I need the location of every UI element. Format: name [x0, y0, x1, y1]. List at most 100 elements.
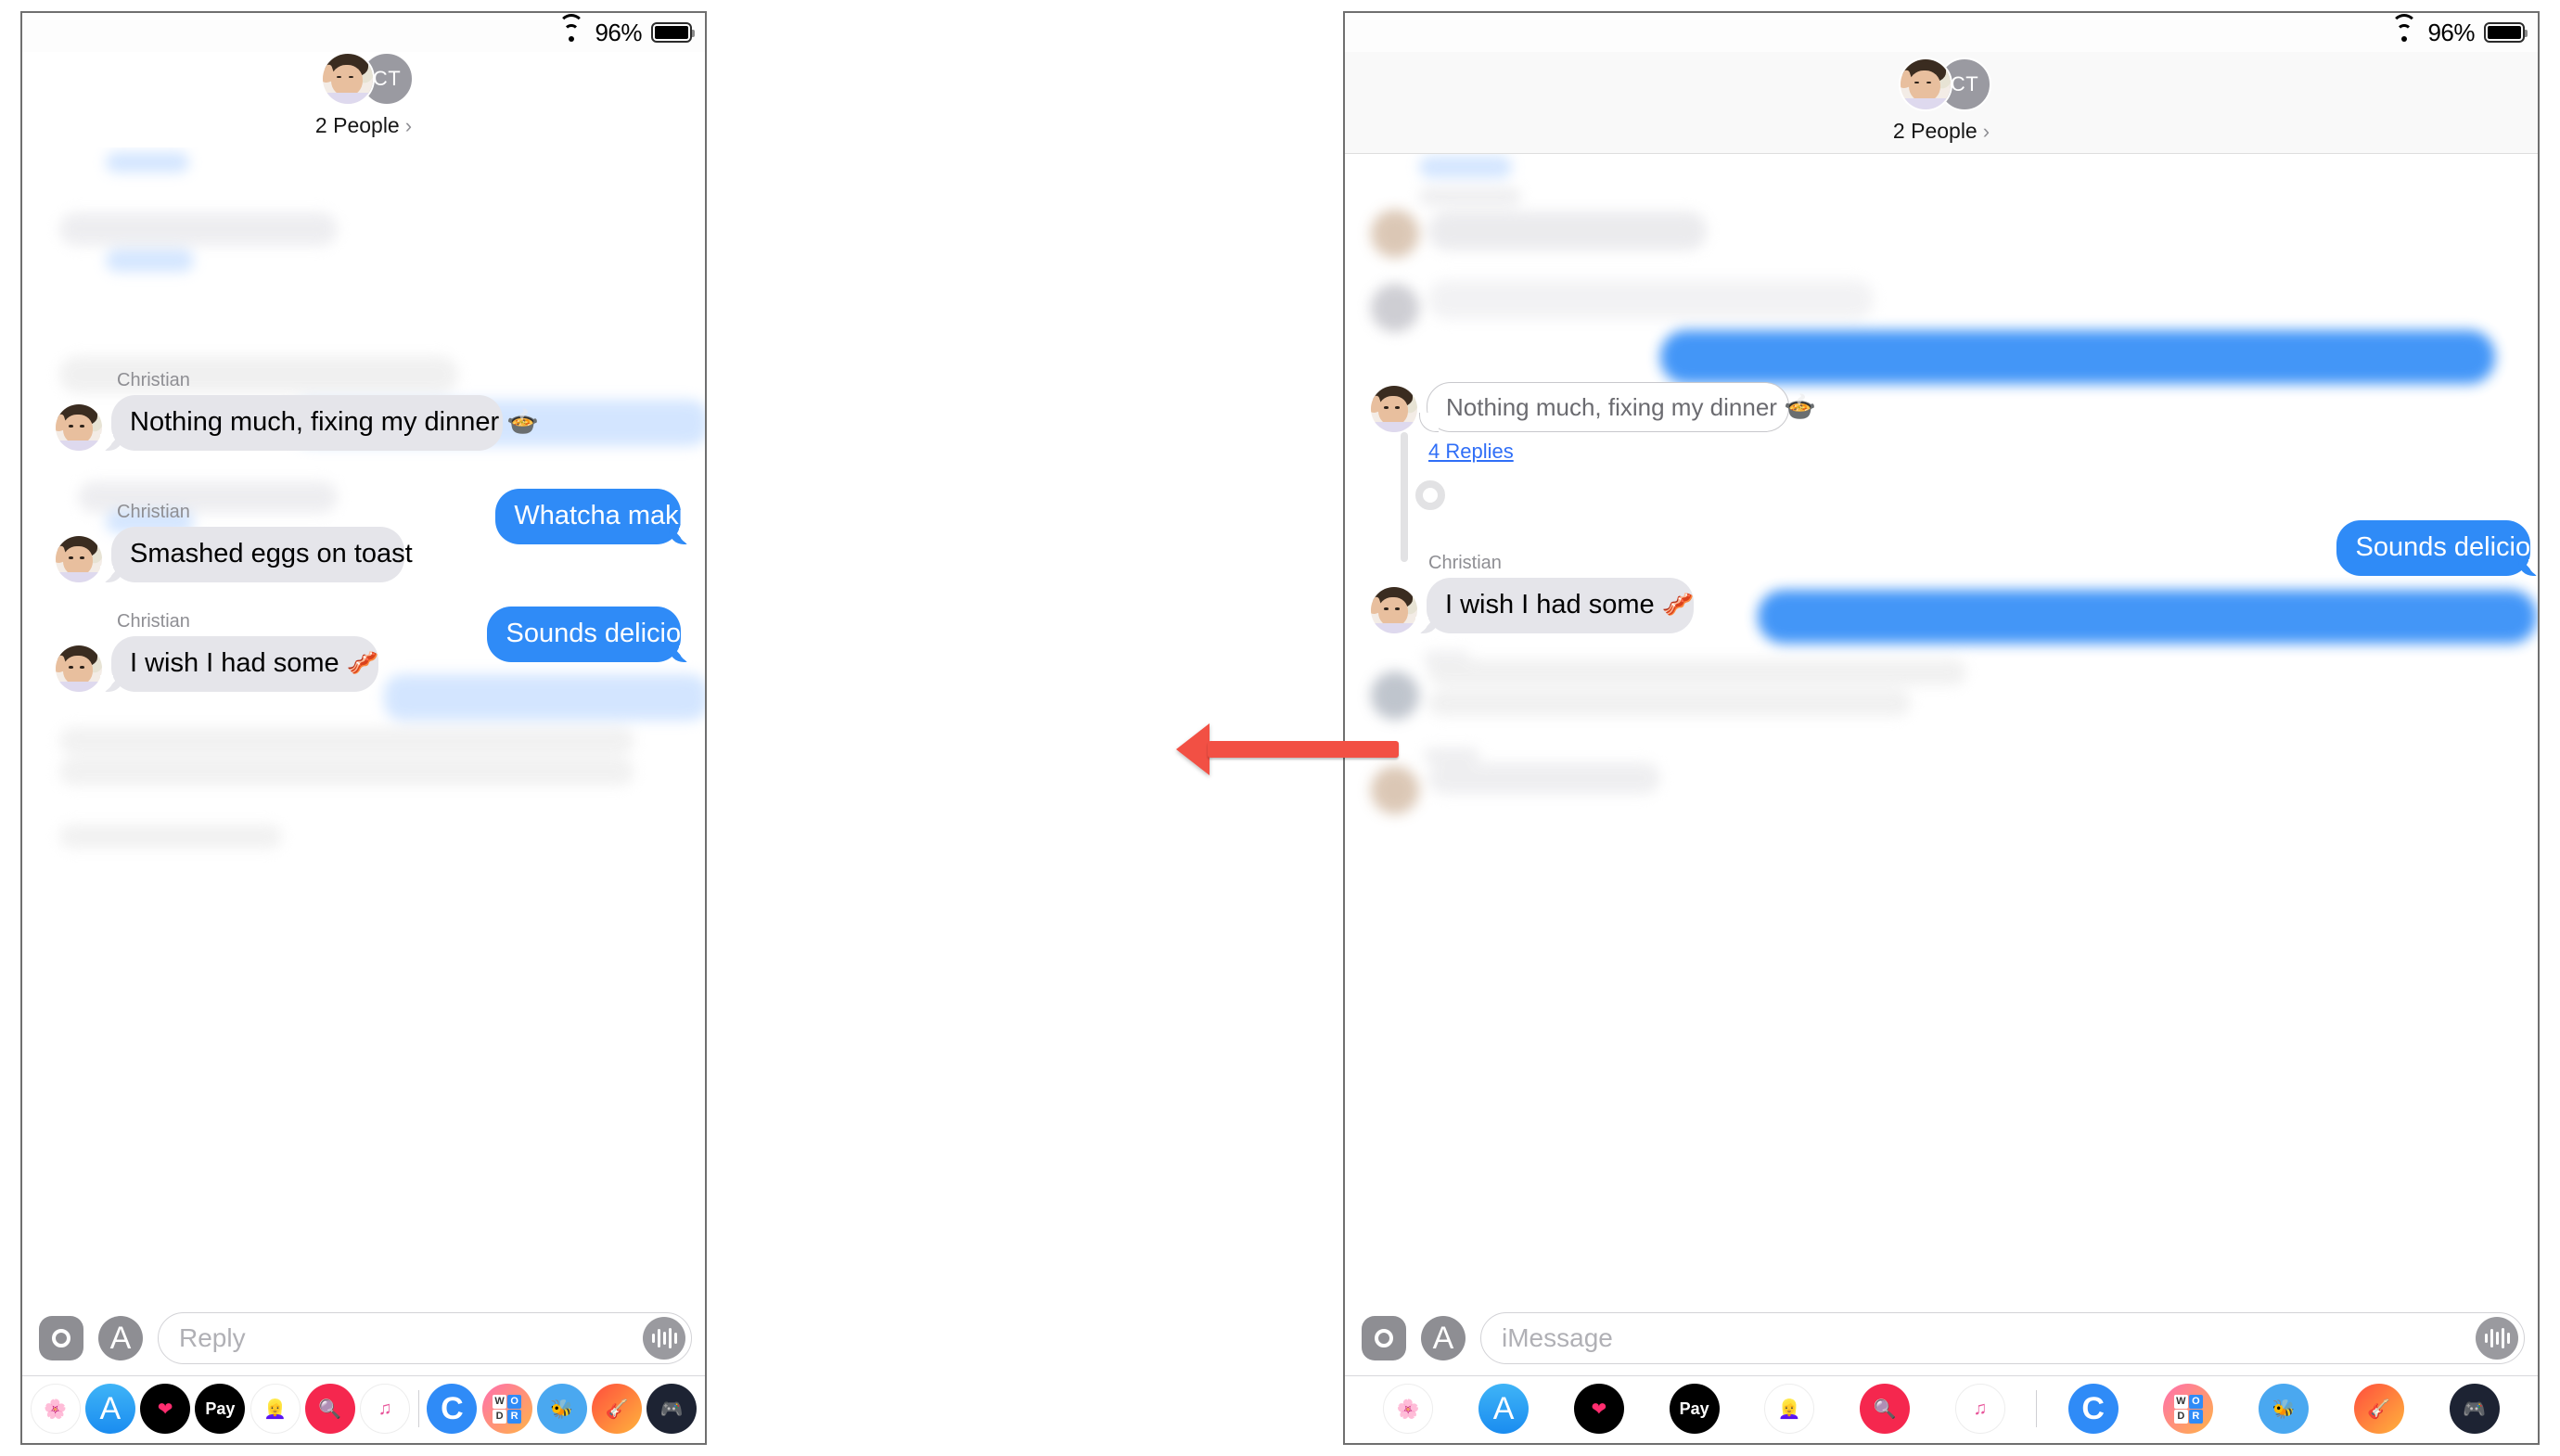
avatar: [56, 404, 102, 452]
game-pigeon-app-icon[interactable]: 🎮: [2449, 1384, 2500, 1434]
bee-game-app-icon[interactable]: 🐝: [2259, 1384, 2310, 1434]
conversation-header-left[interactable]: CT 2 People ›: [22, 52, 705, 147]
conversation-header-right[interactable]: CT 2 People ›: [1345, 52, 2538, 154]
imessage-input[interactable]: iMessage: [1480, 1312, 2525, 1364]
battery-percent-label: 96%: [595, 18, 642, 46]
photos-app-icon[interactable]: 🌸: [30, 1384, 81, 1434]
memoji-app-icon[interactable]: 👱‍♀️: [1764, 1384, 1815, 1434]
guitar-app-icon[interactable]: 🎸: [592, 1384, 643, 1434]
app-slot: C: [425, 1384, 480, 1434]
message-item[interactable]: Whatcha makin?: [443, 489, 705, 545]
message-bubble-incoming[interactable]: I wish I had some 🥓: [100, 636, 379, 693]
app-slot: 🐝: [2239, 1384, 2329, 1434]
red-left-arrow: [1176, 723, 1399, 775]
food-emoji: 🍲: [506, 407, 540, 436]
app-slot: WODR: [2144, 1384, 2234, 1434]
memoji-app-icon[interactable]: 👱‍♀️: [250, 1384, 301, 1434]
message-text: Whatcha makin?: [514, 501, 705, 530]
chevron-right-icon: ›: [404, 113, 413, 137]
apple-music-app-icon[interactable]: ♫: [1954, 1384, 2005, 1434]
app-slot: Pay: [193, 1384, 248, 1434]
app-drawer-right[interactable]: 🌸 A ❤ Pay 👱‍♀️ 🔍 ♫ C WODR 🐝 🎸 🎮: [1345, 1375, 2538, 1443]
app-store-button[interactable]: A: [1421, 1316, 1466, 1360]
audio-message-button[interactable]: [2476, 1317, 2518, 1360]
game-pigeon-app-icon[interactable]: 🎮: [646, 1384, 698, 1434]
message-item[interactable]: Christian Smashed eggs on toast: [56, 502, 431, 583]
participants-label: 2 People: [1892, 119, 1978, 143]
participants-button[interactable]: 2 People ›: [1893, 119, 1990, 144]
status-bar-left: 96%: [22, 13, 705, 52]
images-app-icon[interactable]: 🔍: [1860, 1384, 1911, 1434]
app-slot: 🐝: [534, 1384, 589, 1434]
app-slot: ♫: [1936, 1384, 2026, 1434]
message-bubble-incoming[interactable]: Smashed eggs on toast: [100, 527, 413, 583]
apple-music-app-icon[interactable]: ♫: [360, 1384, 411, 1434]
images-app-icon[interactable]: 🔍: [304, 1384, 355, 1434]
app-slot: ❤: [138, 1384, 193, 1434]
guitar-app-icon[interactable]: 🎸: [2353, 1384, 2404, 1434]
avatar: [56, 645, 102, 693]
participant-avatars: CT: [308, 52, 419, 109]
avatar-christian: [321, 52, 375, 106]
replies-link[interactable]: 4 Replies: [1428, 440, 1836, 464]
message-input-bar-right[interactable]: A iMessage: [1345, 1299, 2538, 1375]
app-slot: WODR: [480, 1384, 534, 1434]
app-slot: A: [83, 1384, 137, 1434]
camera-button[interactable]: [39, 1316, 83, 1360]
battery-percent-label: 96%: [2427, 18, 2475, 46]
reply-input[interactable]: Reply: [158, 1312, 692, 1364]
apple-pay-app-icon[interactable]: Pay: [1669, 1384, 1720, 1434]
message-list-left[interactable]: Christian Nothing much, fixing my dinner…: [22, 147, 705, 1299]
app-store-app-icon[interactable]: A: [84, 1384, 135, 1434]
avatar: [1371, 587, 1417, 634]
arrow-head: [1176, 723, 1210, 775]
food-emoji: 🍲: [1784, 392, 1817, 421]
message-bubble-outgoing[interactable]: Sounds delicious!: [2336, 520, 2538, 577]
message-item[interactable]: Sounds delicious!: [2283, 520, 2538, 577]
music-heart-app-icon[interactable]: ❤: [1573, 1384, 1624, 1434]
screenshot-root: 96% CT 2 People › Christian Nothing much…: [0, 0, 2560, 1456]
message-text: Nothing much, fixing my dinner: [1446, 393, 1777, 421]
cameo-app-icon[interactable]: C: [427, 1384, 478, 1434]
redacted-message-group: [1345, 154, 2538, 1299]
music-heart-app-icon[interactable]: ❤: [140, 1384, 191, 1434]
message-bubble-incoming[interactable]: Nothing much, fixing my dinner 🍲: [99, 395, 539, 452]
app-slot: 🎸: [590, 1384, 645, 1434]
apple-pay-app-icon[interactable]: Pay: [195, 1384, 246, 1434]
app-drawer-left[interactable]: 🌸 A ❤ Pay 👱‍♀️ 🔍 ♫ C WODR 🐝 🎸 🎮: [22, 1375, 705, 1443]
words-app-icon[interactable]: WODR: [2163, 1384, 2214, 1434]
words-app-icon[interactable]: WODR: [481, 1384, 532, 1434]
message-bubble-outgoing[interactable]: Sounds delicious!: [487, 607, 705, 663]
app-slot: A: [1459, 1384, 1549, 1434]
status-bar-right: 96%: [1345, 13, 2538, 52]
message-bubble-outgoing[interactable]: Whatcha makin?: [495, 489, 705, 545]
app-slot: 🌸: [1363, 1384, 1453, 1434]
message-list-right[interactable]: Nothing much, fixing my dinner 🍲 4 Repli…: [1345, 154, 2538, 1299]
message-item[interactable]: Christian I wish I had some 🥓: [1371, 553, 1713, 634]
cameo-app-icon[interactable]: C: [2067, 1384, 2118, 1434]
message-item[interactable]: Sounds delicious!: [433, 607, 705, 663]
message-sender-name: Christian: [117, 370, 190, 390]
message-text: I wish I had some: [1445, 590, 1655, 619]
app-slot: 🎮: [645, 1384, 699, 1434]
left-phone-panel: 96% CT 2 People › Christian Nothing much…: [20, 11, 707, 1445]
message-input-bar-left[interactable]: A Reply: [22, 1299, 705, 1375]
message-sender-name: Christian: [117, 502, 190, 522]
app-slot: 👱‍♀️: [248, 1384, 302, 1434]
thread-origin-item[interactable]: Nothing much, fixing my dinner 🍲 4 Repli…: [1371, 382, 1836, 464]
message-bubble-incoming[interactable]: I wish I had some 🥓: [1415, 578, 1695, 634]
app-store-app-icon[interactable]: A: [1478, 1384, 1530, 1434]
photos-app-icon[interactable]: 🌸: [1383, 1384, 1434, 1434]
message-item[interactable]: Christian I wish I had some 🥓: [56, 611, 398, 693]
wifi-icon: [2390, 14, 2418, 43]
thread-origin-bubble[interactable]: Nothing much, fixing my dinner 🍲: [1419, 382, 1816, 433]
bee-game-app-icon[interactable]: 🐝: [536, 1384, 587, 1434]
app-slot: C: [2048, 1384, 2138, 1434]
audio-message-button[interactable]: [643, 1317, 685, 1360]
imessage-input-placeholder: iMessage: [1502, 1323, 1613, 1352]
message-text: Smashed eggs on toast: [130, 539, 413, 568]
participants-button[interactable]: 2 People ›: [315, 113, 412, 138]
message-item[interactable]: Christian Nothing much, fixing my dinner…: [56, 370, 557, 452]
camera-button[interactable]: [1362, 1316, 1406, 1360]
app-store-button[interactable]: A: [98, 1316, 143, 1360]
